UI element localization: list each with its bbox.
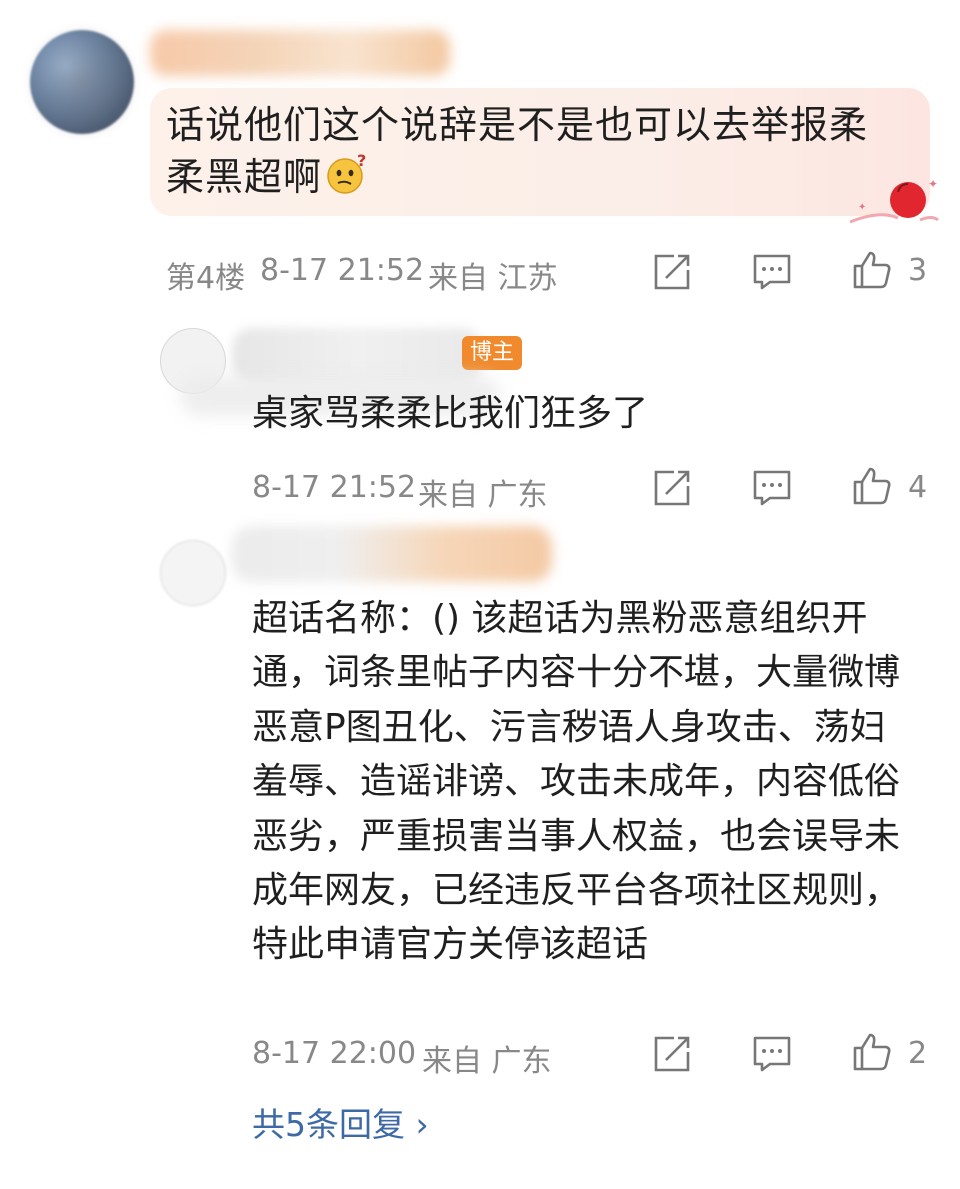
main-comment-line2: 柔黑超啊 xyxy=(166,155,323,199)
thinking-face-emoji-icon: ? xyxy=(327,152,366,194)
comment-timestamp: 8-17 21:52 xyxy=(260,253,425,288)
reply2-location: 来自 广东 xyxy=(422,1044,552,1079)
comment-icon[interactable] xyxy=(752,468,792,508)
apple-decoration-icon: ✦ ✦ xyxy=(849,177,939,224)
reply1-text: 桌家骂柔柔比我们狂多了 xyxy=(252,393,649,434)
svg-text:✦: ✦ xyxy=(928,177,938,191)
like-count: 3 xyxy=(908,253,928,288)
like-icon[interactable] xyxy=(852,1032,892,1072)
username-reply2-blurred[interactable] xyxy=(232,526,552,582)
reply2-timestamp: 8-17 22:00 xyxy=(252,1036,417,1071)
like-icon[interactable] xyxy=(852,250,892,290)
main-comment-line1: 话说他们这个说辞是不是也可以去举报柔 xyxy=(166,103,869,147)
like-icon[interactable] xyxy=(852,466,892,506)
comment-location: 来自 江苏 xyxy=(428,261,558,296)
share-icon[interactable] xyxy=(652,468,692,508)
comment-icon[interactable] xyxy=(752,252,792,292)
view-more-replies-link[interactable]: 共5条回复 › xyxy=(252,1098,429,1146)
reply2-text: 超话名称：() 该超话为黑粉恶意组织开通，词条里帖子内容十分不堪，大量微博恶意P… xyxy=(252,598,901,966)
share-icon[interactable] xyxy=(652,252,692,292)
reply1-location: 来自 广东 xyxy=(418,478,548,513)
like-count: 2 xyxy=(908,1036,928,1071)
avatar-reply2[interactable] xyxy=(160,540,226,606)
username-main-blurred[interactable] xyxy=(150,30,450,76)
comment-icon[interactable] xyxy=(752,1034,792,1074)
comment-floor: 第4楼 xyxy=(166,261,246,296)
reply1-timestamp: 8-17 21:52 xyxy=(252,470,417,505)
like-count: 4 xyxy=(908,470,928,505)
share-icon[interactable] xyxy=(652,1034,692,1074)
avatar-main-commenter[interactable] xyxy=(20,22,144,142)
author-badge: 博主 xyxy=(462,336,522,370)
svg-text:✦: ✦ xyxy=(858,202,866,213)
svg-text:?: ? xyxy=(357,152,366,170)
